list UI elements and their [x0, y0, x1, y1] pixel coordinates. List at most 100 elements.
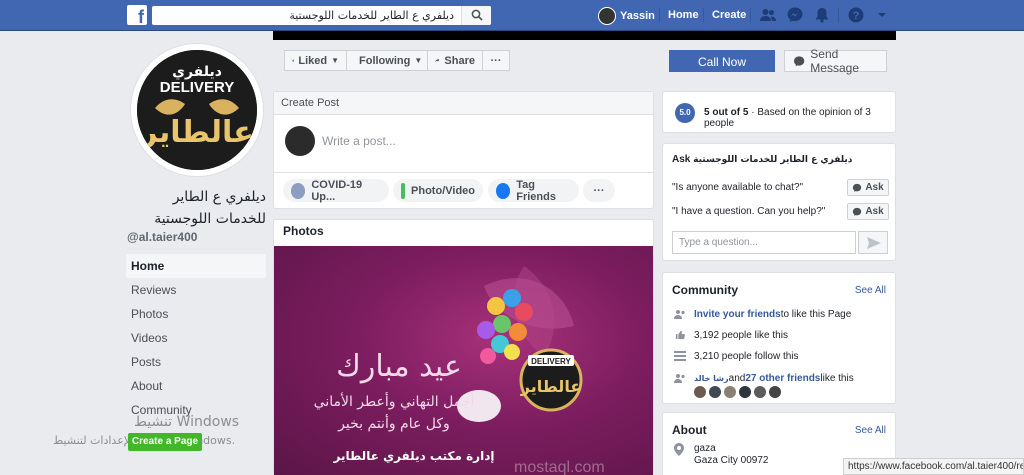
thumbs-up-icon: [292, 59, 295, 62]
ask-question-2-button[interactable]: Ask: [847, 203, 889, 220]
top-navigation-bar: f Yassin Home Create ?: [0, 0, 1024, 31]
tag-friends-label: Tag Friends: [516, 178, 556, 203]
community-title: Community: [672, 283, 738, 297]
rating-summary: 5 out of 5 · Based on the opinion of 3 p…: [704, 107, 895, 129]
likes-count-text: 3,192 people like this: [694, 329, 788, 341]
avatar[interactable]: [769, 386, 781, 398]
ask-title-prefix: Ask: [672, 154, 691, 165]
send-message-label: Send Message: [810, 47, 859, 75]
friend-requests-icon[interactable]: [759, 6, 777, 24]
search-input[interactable]: [152, 6, 462, 25]
liked-label: Liked: [298, 54, 328, 67]
search-box: [152, 6, 491, 25]
location-pin-icon: [674, 443, 684, 456]
eid-wish-line2: وكل عام وأنتم بخير: [337, 414, 450, 432]
avatar[interactable]: [754, 386, 766, 398]
create-post-title: Create Post: [274, 92, 653, 115]
address-line-2: Gaza City 00972: [694, 455, 769, 466]
friends-and-text: and: [728, 372, 746, 384]
ask-question-1-button[interactable]: Ask: [847, 179, 889, 196]
left-nav-videos[interactable]: Videos: [126, 326, 266, 350]
following-label: Following: [359, 54, 411, 67]
suggested-question-2: "I have a question. Can you help?": [672, 206, 826, 217]
create-post-actions: COVID-19 Up... Photo/Video Tag Friends ·…: [274, 172, 653, 209]
notifications-bell-icon[interactable]: [813, 6, 831, 24]
nav-home-link[interactable]: Home: [668, 9, 699, 21]
send-message-button[interactable]: Send Message: [784, 47, 887, 75]
ask-page-card: Ask ديلفري ع الطاير للخدمات اللوجستية "I…: [662, 143, 896, 261]
create-post-card: Create Post Write a post... COVID-19 Up.…: [273, 91, 654, 209]
photos-title[interactable]: Photos: [274, 220, 653, 246]
address-line-1: gaza: [694, 443, 716, 454]
page-username[interactable]: @al.taier400: [127, 230, 197, 244]
search-button[interactable]: [461, 6, 491, 25]
avatar[interactable]: [694, 386, 706, 398]
account-menu-chevron-down-icon[interactable]: [876, 10, 888, 20]
browser-status-url: https://www.facebook.com/al.taier400/rev…: [843, 458, 1024, 475]
rating-card[interactable]: 5.0 5 out of 5 · Based on the opinion of…: [662, 91, 896, 133]
eid-wish-line1: أجمل التهاني وأعطر الأماني: [314, 392, 475, 410]
chevron-down-icon: ▼: [414, 56, 423, 65]
nav-profile-link[interactable]: Yassin: [598, 6, 655, 25]
tag-friends-button[interactable]: Tag Friends: [488, 178, 579, 203]
avatar[interactable]: [739, 386, 751, 398]
photo-video-label: Photo/Video: [411, 184, 475, 197]
nav-user-name: Yassin: [620, 9, 655, 22]
more-post-options-button[interactable]: ···: [583, 179, 615, 202]
mostaql-watermark: mostaql.com: [514, 459, 605, 475]
nav-create-link[interactable]: Create: [712, 9, 746, 21]
write-post-input[interactable]: Write a post...: [322, 134, 396, 148]
rating-score-badge: 5.0: [675, 103, 695, 123]
page-logo-image: ديلفري DELIVERY عالطاير: [137, 50, 257, 170]
messenger-icon[interactable]: [786, 6, 804, 24]
help-icon[interactable]: ?: [847, 6, 865, 24]
share-button[interactable]: Share: [427, 50, 483, 71]
left-nav-home[interactable]: Home: [126, 254, 266, 278]
covid-update-button[interactable]: COVID-19 Up...: [283, 178, 389, 203]
send-question-button[interactable]: [858, 231, 888, 254]
svg-text:عالطاير: عالطاير: [520, 377, 582, 396]
other-friends-link[interactable]: 27 other friends: [745, 373, 820, 384]
cover-photo[interactable]: [273, 31, 896, 40]
following-button[interactable]: Following ▼: [346, 50, 428, 71]
left-nav-posts[interactable]: Posts: [126, 350, 266, 374]
photos-card: Photos DELIVERY عالطاير عيد مبارك أجمل ا…: [273, 219, 654, 475]
share-arrow-icon: [435, 58, 440, 63]
question-input[interactable]: Type a question...: [672, 231, 856, 254]
send-arrow-icon: [867, 237, 881, 249]
nav-divider: [703, 8, 704, 22]
avatar: [598, 6, 616, 25]
delivery-logo-icon: ديلفري DELIVERY عالطاير: [137, 50, 257, 170]
page-profile-picture[interactable]: ديلفري DELIVERY عالطاير: [131, 44, 263, 176]
left-nav-reviews[interactable]: Reviews: [126, 278, 266, 302]
photo-video-button[interactable]: Photo/Video: [393, 179, 483, 202]
friends-icon: [674, 374, 685, 383]
invite-friends-link[interactable]: Invite your friends: [694, 309, 781, 320]
left-nav-about[interactable]: About: [126, 374, 266, 398]
covid-update-label: COVID-19 Up...: [311, 178, 363, 203]
eid-footer-text: إدارة مكتب ديلفري عالطاير: [333, 449, 495, 463]
avatar[interactable]: [709, 386, 721, 398]
facebook-logo-icon[interactable]: f: [127, 5, 147, 25]
create-page-button[interactable]: Create a Page: [128, 433, 202, 451]
community-see-all-link[interactable]: See All: [855, 285, 886, 296]
friends-like-text: like this: [820, 372, 854, 384]
thumbs-up-icon: [675, 330, 685, 340]
photo-icon: [401, 182, 406, 199]
more-options-button[interactable]: ···: [482, 50, 510, 71]
nav-divider: [838, 8, 839, 22]
left-nav-photos[interactable]: Photos: [126, 302, 266, 326]
tag-friends-icon: [496, 182, 511, 199]
follows-row: 3,210 people follow this: [674, 349, 799, 363]
eid-greeting-artwork: DELIVERY عالطاير عيد مبارك أجمل التهاني …: [314, 266, 605, 475]
liked-button[interactable]: Liked ▼: [284, 50, 347, 71]
ask-card-title: Ask ديلفري ع الطاير للخدمات اللوجستية: [672, 154, 852, 165]
svg-text:عالطاير: عالطاير: [138, 115, 253, 150]
call-now-button[interactable]: Call Now: [669, 50, 775, 72]
avatar[interactable]: [724, 386, 736, 398]
windows-activation-watermark: تنشيط Windows: [134, 414, 240, 430]
friend-name-link[interactable]: رشا خالد: [694, 374, 729, 383]
about-see-all-link[interactable]: See All: [855, 425, 886, 436]
nav-divider: [750, 8, 751, 22]
eid-greeting-photo[interactable]: DELIVERY عالطاير عيد مبارك أجمل التهاني …: [274, 246, 653, 475]
